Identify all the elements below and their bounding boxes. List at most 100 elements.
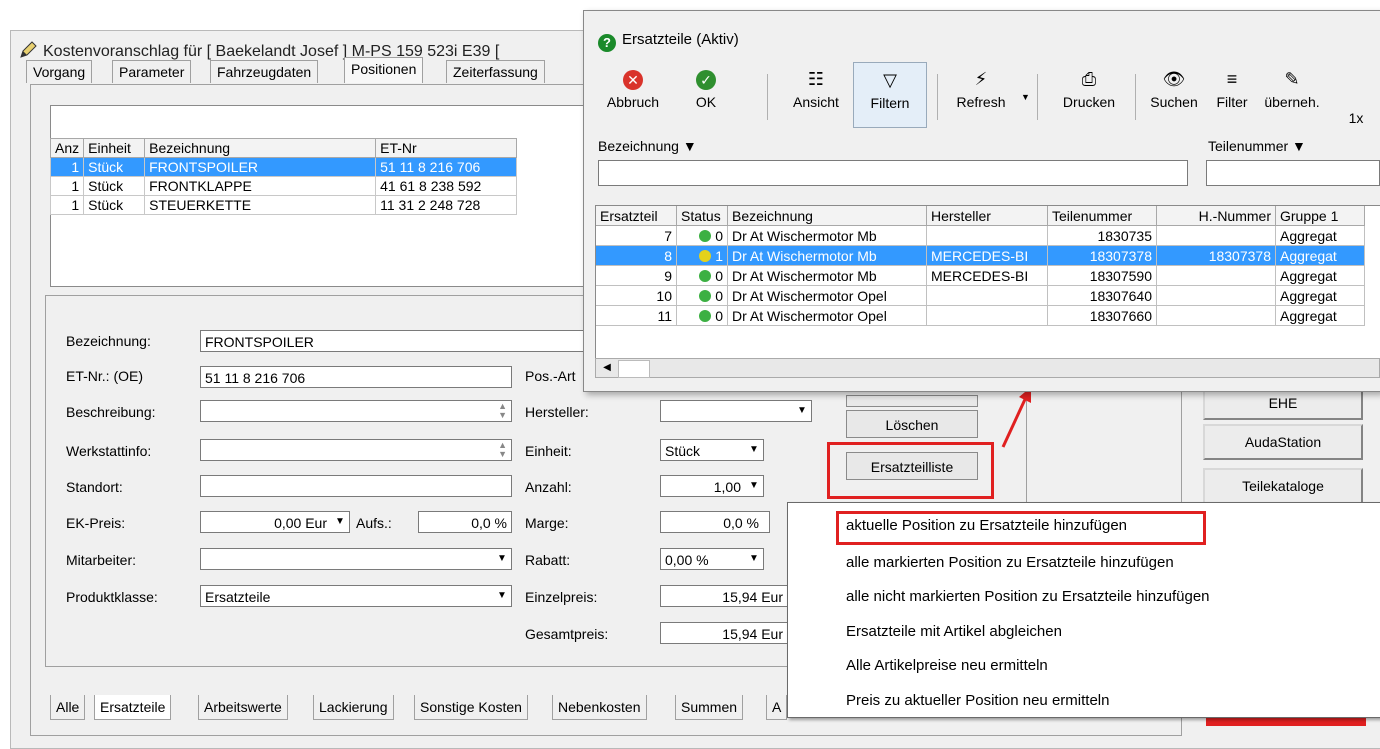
- column-header-etnr[interactable]: ET-Nr: [375, 138, 518, 158]
- menu-item-sync-articles[interactable]: Ersatzteile mit Artikel abgleichen: [846, 623, 1062, 640]
- ok-button[interactable]: ✓ OK: [681, 68, 731, 110]
- teilekataloge-button[interactable]: Teilekataloge: [1203, 468, 1363, 504]
- beschreibung-field[interactable]: ▲ ▼: [200, 400, 512, 422]
- cancel-icon: ✕: [591, 68, 675, 90]
- uebernehmen-button[interactable]: ✎ überneh.: [1259, 68, 1325, 110]
- tab-vorgang[interactable]: Vorgang: [26, 60, 93, 83]
- tab-ersatzteile[interactable]: Ersatzteile: [94, 695, 172, 720]
- chevron-down-icon[interactable]: ▼: [747, 442, 761, 458]
- context-menu: aktuelle Position zu Ersatzteile hinzufü…: [787, 502, 1380, 718]
- column-header-bezeichnung[interactable]: Bezeichnung: [144, 138, 377, 158]
- column-header-teilenummer[interactable]: Teilenummer: [1047, 206, 1157, 226]
- refresh-button[interactable]: ⚡ Refresh: [945, 68, 1017, 110]
- marge-field[interactable]: 0,0 %: [660, 511, 770, 533]
- hidden-button-stub[interactable]: [846, 395, 978, 407]
- tab-parameter[interactable]: Parameter: [112, 60, 192, 83]
- abbruch-button[interactable]: ✕ Abbruch: [591, 68, 675, 110]
- menu-item-recalc-current[interactable]: Preis zu aktueller Position neu ermittel…: [846, 692, 1109, 709]
- filter-button[interactable]: ≡ Filter: [1209, 68, 1255, 110]
- status-yellow-icon: [699, 249, 712, 262]
- column-header-ersatzteil[interactable]: Ersatzteil: [596, 206, 677, 226]
- chevron-down-icon[interactable]: ▼: [747, 551, 761, 567]
- filter-teilenummer-label[interactable]: Teilenummer ▼: [1208, 138, 1306, 154]
- horizontal-scrollbar[interactable]: ◀: [595, 358, 1380, 378]
- loeschen-button[interactable]: Löschen: [846, 410, 978, 438]
- tab-summen[interactable]: Summen: [675, 695, 744, 720]
- column-header-hersteller[interactable]: Hersteller: [926, 206, 1048, 226]
- chevron-down-icon[interactable]: ▼: [747, 478, 761, 494]
- menu-item-add-marked[interactable]: alle markierten Position zu Ersatzteile …: [846, 554, 1174, 571]
- table-row[interactable]: 10 0 Dr At Wischermotor Opel 18307640 Ag…: [596, 285, 1365, 306]
- filtern-button[interactable]: ▽ Filtern: [853, 62, 927, 128]
- ekpreis-field[interactable]: 0,00 Eur ▼: [200, 511, 350, 533]
- hersteller-label: Hersteller:: [525, 404, 589, 420]
- table-row[interactable]: 11 0 Dr At Wischermotor Opel 18307660 Ag…: [596, 305, 1365, 326]
- column-header-hnummer[interactable]: H.-Nummer: [1156, 206, 1276, 226]
- highlight-box: [827, 442, 994, 499]
- table-row[interactable]: 1 Stück FRONTKLAPPE 41 61 8 238 592: [49, 176, 518, 196]
- scroll-left-icon[interactable]: ◀: [598, 360, 616, 376]
- ersatzteile-table: Ersatzteil Status Bezeichnung Hersteller…: [595, 205, 1380, 359]
- table-row[interactable]: 8 1 Dr At Wischermotor Mb MERCEDES-BI 18…: [596, 245, 1365, 266]
- tab-arbeitswerte[interactable]: Arbeitswerte: [198, 695, 288, 720]
- einzelpreis-field[interactable]: 15,94 Eur: [660, 585, 788, 607]
- suchen-button[interactable]: 👁 Suchen: [1141, 68, 1207, 110]
- chevron-down-icon[interactable]: ▼: [1021, 92, 1030, 102]
- tab-more[interactable]: A: [766, 695, 788, 720]
- column-header-status[interactable]: Status: [676, 206, 728, 226]
- standort-field[interactable]: [200, 475, 512, 497]
- einheit-select[interactable]: Stück ▼: [660, 439, 764, 461]
- spin-icon: ▲ ▼: [498, 440, 507, 459]
- audastation-button[interactable]: AudaStation: [1203, 424, 1363, 460]
- drucken-button[interactable]: ⎙ Drucken: [1049, 68, 1129, 110]
- tab-nebenkosten[interactable]: Nebenkosten: [552, 695, 647, 720]
- table-row[interactable]: 9 0 Dr At Wischermotor Mb MERCEDES-BI 18…: [596, 265, 1365, 286]
- filter-bezeichnung-label[interactable]: Bezeichnung ▼: [598, 138, 697, 154]
- gesamtpreis-field[interactable]: 15,94 Eur: [660, 622, 788, 644]
- funnel-icon: ▽: [883, 70, 897, 90]
- werkstattinfo-field[interactable]: ▲ ▼: [200, 439, 512, 461]
- check-icon: ✓: [681, 68, 731, 90]
- filter-teilenummer-input[interactable]: [1206, 160, 1380, 186]
- red-arrow-icon: [1001, 387, 1031, 448]
- table-row[interactable]: 7 0 Dr At Wischermotor Mb 1830735 Aggreg…: [596, 225, 1365, 246]
- dialog-title: ? Ersatzteile (Aktiv): [598, 31, 739, 52]
- dialog-toolbar: ✕ Abbruch ✓ OK ☷ Ansicht ▽ Filtern ⚡ Ref…: [591, 60, 1380, 130]
- chevron-down-icon[interactable]: ▼: [495, 588, 509, 604]
- 1x-button[interactable]: 1x: [1341, 110, 1371, 126]
- tab-zeiterfassung[interactable]: Zeiterfassung: [446, 60, 545, 83]
- rabatt-select[interactable]: 0,00 % ▼: [660, 548, 764, 570]
- aufs-field[interactable]: 0,0 %: [418, 511, 512, 533]
- tab-lackierung[interactable]: Lackierung: [313, 695, 394, 720]
- spin-icon: ▲ ▼: [498, 401, 507, 420]
- bezeichnung-field[interactable]: FRONTSPOILER: [200, 330, 590, 352]
- column-header-einheit[interactable]: Einheit: [83, 138, 146, 158]
- scrollbar-thumb[interactable]: [618, 360, 650, 378]
- binoculars-icon: 👁: [1162, 69, 1186, 89]
- refresh-icon: ⚡: [974, 69, 988, 89]
- filter-bezeichnung-input[interactable]: [598, 160, 1188, 186]
- ansicht-button[interactable]: ☷ Ansicht: [781, 68, 851, 110]
- table-row[interactable]: 1 Stück STEUERKETTE 11 31 2 248 728: [49, 195, 518, 215]
- tab-positionen[interactable]: Positionen: [344, 57, 424, 83]
- column-header-bezeichnung[interactable]: Bezeichnung: [727, 206, 927, 226]
- anzahl-field[interactable]: 1,00 ▼: [660, 475, 764, 497]
- printer-icon: ⎙: [1081, 69, 1097, 89]
- hersteller-select[interactable]: ▼: [660, 400, 812, 422]
- column-header-gruppe[interactable]: Gruppe 1: [1275, 206, 1365, 226]
- menu-item-add-unmarked[interactable]: alle nicht markierten Position zu Ersatz…: [846, 588, 1210, 605]
- column-header-anz[interactable]: Anz: [49, 138, 85, 158]
- tree-filter-icon: ≡: [1226, 69, 1238, 89]
- chevron-down-icon[interactable]: ▼: [333, 514, 347, 530]
- etnr-field[interactable]: 51 11 8 216 706: [200, 366, 512, 388]
- chevron-down-icon[interactable]: ▼: [795, 403, 809, 419]
- menu-item-recalc-prices[interactable]: Alle Artikelpreise neu ermitteln: [846, 657, 1048, 674]
- table-row[interactable]: 1 Stück FRONTSPOILER 51 11 8 216 706: [49, 157, 518, 177]
- produktklasse-select[interactable]: Ersatzteile ▼: [200, 585, 512, 607]
- tab-sonstige-kosten[interactable]: Sonstige Kosten: [414, 695, 528, 720]
- chevron-down-icon[interactable]: ▼: [495, 551, 509, 567]
- tab-fahrzeugdaten[interactable]: Fahrzeugdaten: [210, 60, 319, 83]
- mitarbeiter-select[interactable]: ▼: [200, 548, 512, 570]
- tab-alle[interactable]: Alle: [50, 695, 86, 720]
- apply-icon: ✎: [1284, 69, 1300, 89]
